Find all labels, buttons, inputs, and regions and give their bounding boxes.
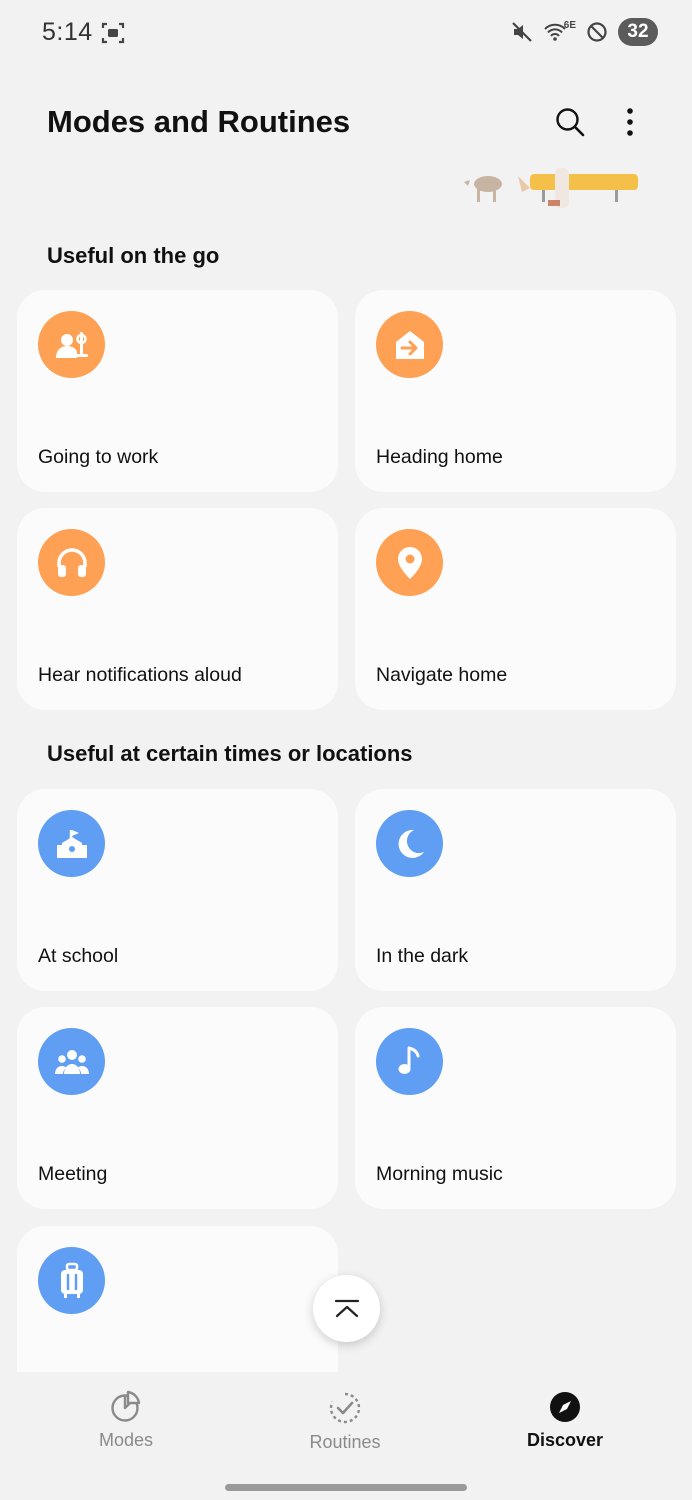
routine-card-heading-home[interactable]: Heading home (355, 290, 676, 492)
routine-card-travel[interactable] (17, 1226, 338, 1372)
routine-card-going-to-work[interactable]: Going to work (17, 290, 338, 492)
people-icon (38, 1028, 105, 1095)
luggage-icon (38, 1247, 105, 1314)
status-bar: 5:14 6E 32 (0, 0, 692, 66)
nav-label-routines: Routines (309, 1432, 381, 1452)
section-title-on-the-go: Useful on the go (47, 243, 220, 268)
nav-tab-discover[interactable]: Discover (495, 1390, 635, 1451)
bottom-navigation: Modes Routines Discover (0, 1372, 692, 1500)
network-label: 6E (563, 20, 576, 31)
more-options-button[interactable] (608, 100, 652, 144)
music-note-icon (376, 1028, 443, 1095)
routine-card-label: Morning music (376, 1163, 503, 1185)
screenshot-icon (101, 22, 125, 44)
routine-card-label: Meeting (38, 1163, 108, 1185)
routine-card-label: At school (38, 945, 119, 967)
routine-card-label: Heading home (376, 446, 503, 468)
status-time: 5:14 (42, 18, 93, 46)
page-title: Modes and Routines (47, 104, 351, 139)
nav-tab-modes[interactable]: Modes (56, 1390, 196, 1451)
location-pin-icon (376, 529, 443, 596)
routine-card-in-the-dark[interactable]: In the dark (355, 789, 676, 991)
status-icons: 6E 32 (511, 18, 658, 46)
section-title-times-locations: Useful at certain times or locations (47, 741, 413, 766)
routine-card-label: Hear notifications aloud (38, 664, 242, 686)
commute-icon (38, 311, 105, 378)
nav-tab-routines[interactable]: Routines (275, 1390, 415, 1453)
routine-card-hear-notifications[interactable]: Hear notifications aloud (17, 508, 338, 710)
app-bar: Modes and Routines (0, 88, 692, 158)
routine-card-label: Navigate home (376, 664, 508, 686)
routine-card-label: In the dark (376, 945, 469, 967)
discover-icon (550, 1392, 580, 1422)
routine-card-at-school[interactable]: At school (17, 789, 338, 991)
modes-icon (111, 1390, 141, 1422)
more-vertical-icon (627, 108, 633, 136)
school-icon (38, 810, 105, 877)
routine-card-label: Going to work (38, 446, 159, 468)
wifi-icon: 6E (543, 20, 576, 42)
mute-icon (511, 22, 532, 42)
scroll-up-icon (334, 1299, 359, 1317)
search-icon (556, 108, 585, 137)
routine-card-navigate-home[interactable]: Navigate home (355, 508, 676, 710)
routines-icon (329, 1392, 361, 1424)
nav-label-modes: Modes (98, 1430, 154, 1450)
do-not-disturb-icon (587, 22, 607, 42)
nav-label-discover: Discover (526, 1430, 604, 1450)
battery-indicator: 32 (618, 18, 658, 46)
routine-card-morning-music[interactable]: Morning music (355, 1007, 676, 1209)
headphones-icon (38, 529, 105, 596)
scroll-to-top-button[interactable] (313, 1275, 380, 1342)
routine-card-meeting[interactable]: Meeting (17, 1007, 338, 1209)
search-button[interactable] (548, 100, 592, 144)
home-indicator[interactable] (225, 1484, 467, 1491)
banner-illustration (464, 168, 638, 208)
moon-icon (376, 810, 443, 877)
home-arrow-icon (376, 311, 443, 378)
